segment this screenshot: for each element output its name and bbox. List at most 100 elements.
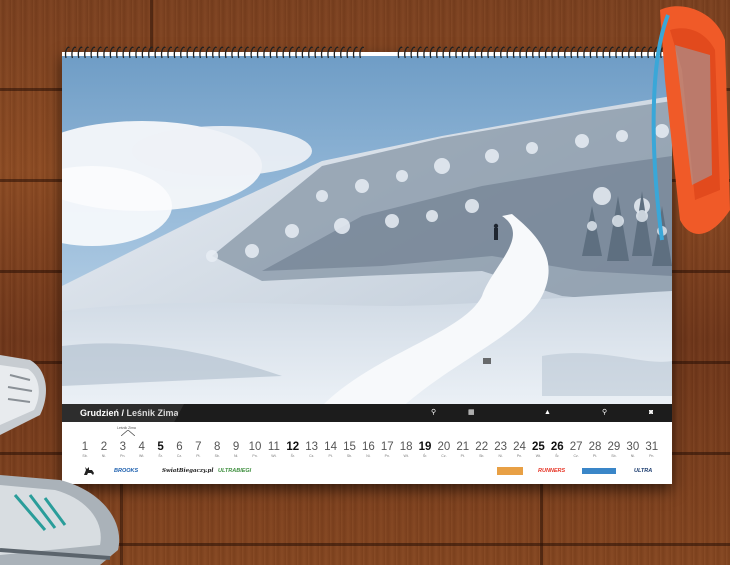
sponsor-logo-graphic — [497, 467, 523, 475]
title-separator: / — [119, 408, 127, 418]
day-cell: 17 Pn. — [378, 441, 396, 463]
spiral-ring — [212, 46, 217, 59]
sponsor-logo: SwiatBiegaczy.pl — [162, 468, 214, 474]
month-title: Grudzień / Leśnik Zima — [62, 404, 184, 422]
spiral-ring — [282, 46, 288, 59]
spiral-ring — [570, 46, 576, 59]
spiral-ring — [480, 46, 486, 59]
day-number: 29 — [607, 441, 621, 453]
day-cell: 30 Ni. — [624, 441, 642, 463]
spiral-ring — [327, 46, 333, 59]
day-of-week: Sb. — [214, 454, 220, 458]
spiral-ring — [608, 46, 614, 59]
day-of-week: Śr. — [422, 454, 428, 458]
day-number: 1 — [81, 441, 89, 453]
day-number: 17 — [380, 441, 394, 453]
day-of-week: Śr. — [555, 454, 560, 458]
day-cell: 4 Wt. — [133, 441, 151, 463]
spiral-ring — [237, 46, 243, 59]
camera-icon: ◙ — [649, 409, 654, 416]
day-number: 28 — [588, 441, 602, 453]
winter-mountain-photo — [62, 56, 672, 417]
day-cell: 20 Cz. — [435, 441, 453, 463]
day-of-week: Ni. — [366, 454, 371, 458]
day-number: 5 — [157, 441, 164, 453]
day-number: 27 — [569, 441, 583, 453]
day-cell: 16 Ni. — [359, 441, 377, 463]
spiral-ring — [109, 46, 115, 59]
day-of-week: Wt. — [535, 454, 541, 458]
spiral-ring — [96, 46, 102, 59]
day-cell: 9 Ni. — [227, 441, 245, 463]
day-cell: 28 Pt. — [586, 441, 604, 463]
spiral-ring — [468, 46, 473, 59]
day-of-week: Ni. — [233, 454, 239, 458]
day-cell: 26 Śr. — [548, 441, 566, 463]
day-cell: 10 Pn. — [246, 441, 264, 463]
spiral-ring — [538, 46, 544, 59]
spiral-ring — [602, 46, 608, 59]
spiral-ring — [576, 46, 582, 59]
spiral-ring — [506, 46, 512, 59]
spiral-ring — [199, 46, 205, 59]
day-cell: 13 Cz. — [303, 441, 321, 463]
spiral-ring — [487, 46, 493, 59]
day-cell: 5 Śr. — [152, 441, 170, 463]
day-cell: 29 Sb. — [605, 441, 623, 463]
day-number: 8 — [214, 441, 221, 453]
spiral-ring — [429, 46, 435, 59]
spiral-ring — [295, 46, 301, 59]
day-number: 23 — [494, 441, 507, 453]
wall-calendar: Grudzień / Leśnik Zima ⚲ ▦ ▲ ⚲ ◙ Leśnik … — [62, 52, 672, 484]
location-pin-icon: ⚲ — [602, 409, 608, 416]
spiral-binding — [64, 46, 672, 59]
day-of-week: Śr. — [158, 454, 163, 458]
day-number: 20 — [437, 441, 451, 453]
spiral-ring — [493, 46, 499, 59]
spiral-ring — [404, 46, 409, 59]
day-number: 2 — [100, 441, 108, 453]
spiral-ring — [397, 46, 403, 59]
spiral-ring — [442, 46, 448, 59]
spiral-ring — [333, 46, 339, 59]
spiral-ring — [64, 46, 70, 59]
spiral-ring — [544, 46, 550, 59]
day-of-week: Ni. — [630, 454, 635, 458]
spiral-ring — [231, 46, 237, 59]
day-number: 19 — [418, 441, 432, 453]
day-of-week: Wt. — [139, 454, 145, 458]
day-of-week: Pt. — [460, 454, 465, 458]
spiral-ring — [192, 46, 198, 59]
day-number: 22 — [475, 441, 489, 453]
spiral-ring — [205, 46, 211, 59]
spiral-ring — [154, 46, 160, 59]
day-cell: 3 Pn. — [114, 441, 132, 463]
day-cell: 14 Pt. — [322, 441, 340, 463]
spiral-ring — [340, 46, 345, 59]
spiral-ring — [90, 46, 96, 59]
day-number: 6 — [176, 441, 183, 453]
day-of-week: Sb. — [82, 454, 88, 458]
spiral-ring — [244, 46, 249, 59]
spiral-ring — [320, 46, 326, 59]
day-cell: 24 Pn. — [510, 441, 528, 463]
day-of-week: Pn. — [649, 454, 655, 458]
spiral-ring — [224, 46, 230, 59]
day-of-week: Ni. — [101, 454, 107, 458]
spiral-ring — [448, 46, 454, 59]
day-of-week: Pn. — [252, 454, 258, 458]
spiral-ring — [359, 46, 365, 59]
day-of-week: Cz. — [441, 454, 447, 458]
running-shoe — [0, 475, 120, 565]
spiral-ring — [186, 46, 192, 59]
day-row: 1 Sb. 2 Ni. 3 Pn. 4 Wt. 5 Śr. 6 Cz. 7 Pt. 8 Sb. 9 Ni. 10 Pn… — [76, 441, 661, 463]
day-number: 18 — [399, 441, 413, 453]
day-number: 26 — [550, 441, 564, 453]
day-of-week: Wt. — [271, 454, 277, 458]
day-number: 31 — [645, 441, 659, 453]
day-cell: 8 Sb. — [208, 441, 226, 463]
day-number: 21 — [456, 441, 470, 453]
holiday-mountain-icon — [121, 430, 135, 436]
day-of-week: Sb. — [346, 454, 353, 458]
spiral-ring — [564, 46, 569, 59]
